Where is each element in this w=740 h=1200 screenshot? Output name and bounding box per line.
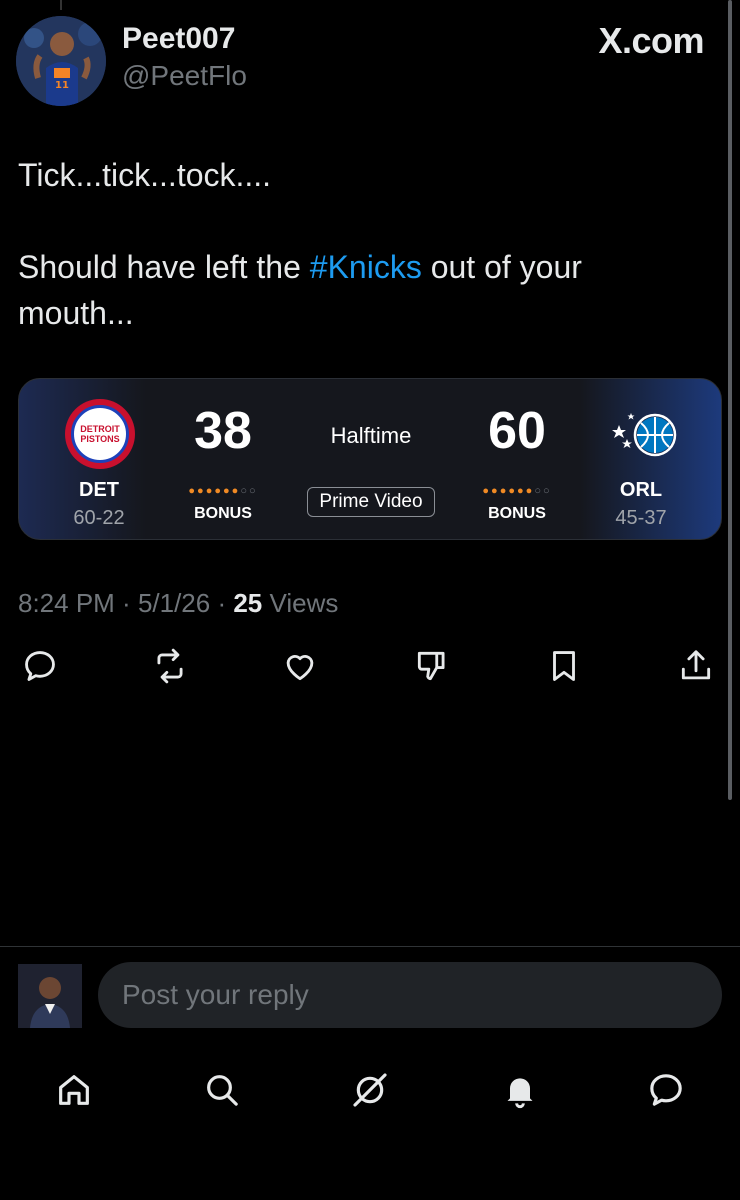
home-fouls-indicator: ●●●●●●○○	[163, 485, 283, 497]
bookmark-icon	[553, 651, 575, 681]
magic-logo	[612, 413, 677, 457]
foul-dot-empty: ○	[534, 485, 543, 497]
foul-dot-filled: ●	[231, 485, 241, 497]
post-line-1: Tick...tick...tock....	[18, 157, 272, 193]
nav-messages[interactable]	[642, 1066, 690, 1114]
post-text-segment: Should have left the	[18, 249, 310, 285]
pistons-logo-text-2: PISTONS	[80, 434, 120, 444]
reply-icon	[25, 651, 55, 681]
brand-watermark: X.com	[598, 20, 704, 61]
pistons-logo-text-1: DETROIT	[80, 424, 120, 434]
dislike-icon	[417, 651, 445, 681]
pistons-logo-inner: DETROIT PISTONS	[71, 405, 129, 463]
foul-dot-empty: ○	[248, 485, 258, 497]
foul-dot-filled: ●	[214, 485, 223, 497]
scrollbar[interactable]	[728, 0, 732, 800]
broadcast-badge: Prime Video	[307, 487, 435, 517]
views-label: Views	[262, 588, 339, 618]
home-score: 38	[194, 402, 252, 460]
foul-dot-empty: ○	[240, 485, 249, 497]
away-team-record: 45-37	[615, 507, 667, 529]
nav-search[interactable]	[198, 1066, 246, 1114]
foul-dot-filled: ●	[188, 485, 198, 497]
away-bonus-label: BONUS	[488, 505, 546, 522]
home-team-record: 60-22	[73, 507, 125, 529]
nav-grok[interactable]	[346, 1066, 394, 1114]
post-blank-line	[18, 198, 708, 244]
like-button[interactable]	[278, 644, 322, 688]
meta-separator: ·	[114, 588, 138, 618]
like-icon	[286, 655, 314, 681]
post-time: 8:24 PM	[18, 588, 115, 618]
reply-button[interactable]	[18, 644, 62, 688]
notifications-icon	[507, 1078, 533, 1109]
foul-dot-filled: ●	[223, 485, 232, 497]
game-status: Halftime	[330, 423, 412, 448]
grok-icon	[353, 1073, 387, 1107]
share-button[interactable]	[674, 644, 718, 688]
post-line-3: mouth...	[18, 295, 134, 331]
score-card[interactable]: DETROIT PISTONS 38 Halftime 60 DET 60-22…	[18, 378, 722, 540]
hashtag-link[interactable]: #Knicks	[310, 249, 422, 285]
search-icon	[207, 1075, 238, 1106]
foul-dot-filled: ●	[517, 485, 526, 497]
foul-dot-filled: ●	[197, 485, 206, 497]
dislike-button[interactable]	[410, 644, 454, 688]
repost-icon	[157, 648, 183, 684]
away-fouls-indicator: ●●●●●●○○	[457, 485, 577, 497]
foul-dot-filled: ●	[491, 485, 500, 497]
messages-icon	[650, 1074, 682, 1106]
foul-dot-filled: ●	[525, 485, 535, 497]
repost-button[interactable]	[148, 644, 192, 688]
foul-dot-filled: ●	[508, 485, 517, 497]
thread-line	[60, 0, 62, 10]
author-avatar[interactable]: 11	[16, 16, 106, 106]
divider	[0, 946, 740, 947]
foul-dot-empty: ○	[542, 485, 552, 497]
away-team-abbr: ORL	[619, 479, 663, 501]
post-actions	[0, 644, 740, 692]
away-score: 60	[488, 402, 546, 460]
meta-separator: ·	[210, 588, 234, 618]
bottom-nav	[0, 1060, 740, 1120]
author-handle[interactable]: @PeetFlo	[122, 60, 247, 92]
current-user-avatar[interactable]	[18, 964, 82, 1028]
home-bonus-label: BONUS	[194, 505, 252, 522]
post-date: 5/1/26	[137, 588, 211, 618]
post-text-segment: out of your	[421, 249, 582, 285]
svg-text:11: 11	[55, 80, 69, 91]
nav-home[interactable]	[50, 1066, 98, 1114]
foul-dot-filled: ●	[482, 485, 492, 497]
post-line-2: Should have left the #Knicks out of your	[18, 244, 708, 290]
current-user-avatar-image	[18, 964, 82, 1028]
post-detail-page: 11 Peet007 @PeetFlo X.com Tick...tick...…	[0, 0, 740, 1200]
views-count: 25	[233, 588, 263, 618]
post-meta: 8:24 PM · 5/1/26 · 25 Views	[18, 588, 338, 619]
post-text: Tick...tick...tock.... Should have left …	[18, 152, 708, 336]
home-team-abbr: DET	[79, 479, 119, 501]
author-display-name[interactable]: Peet007	[122, 22, 235, 56]
avatar-image: 11	[16, 16, 106, 106]
pistons-logo: DETROIT PISTONS	[65, 399, 135, 469]
share-icon	[681, 650, 711, 680]
reply-input[interactable]: Post your reply	[98, 962, 722, 1028]
home-icon	[59, 1075, 89, 1105]
bookmark-button[interactable]	[542, 644, 586, 688]
nav-notifications[interactable]	[496, 1066, 544, 1114]
